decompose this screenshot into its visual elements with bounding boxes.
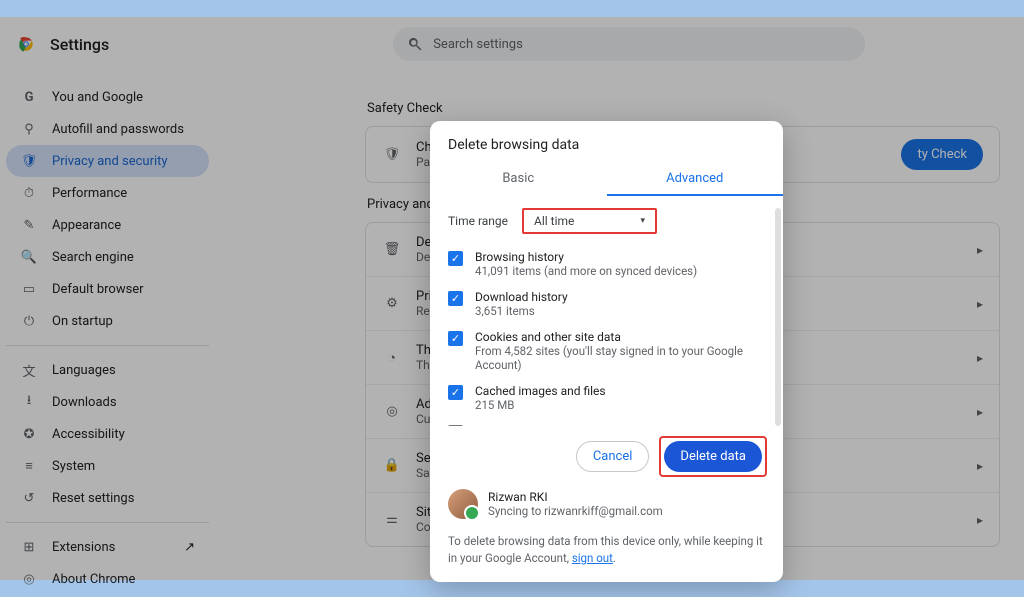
option-download-history[interactable]: ✓ Download history3,651 items [448,284,765,324]
option-subtitle: 41,091 items (and more on synced devices… [475,264,697,278]
checkbox-checked-icon[interactable]: ✓ [448,385,463,400]
option-cached-files[interactable]: ✓ Cached images and files215 MB [448,378,765,418]
dialog-title: Delete browsing data [430,121,783,163]
profile-sync-text: Syncing to rizwanrkiff@gmail.com [488,504,663,518]
option-title: Browsing history [475,250,697,264]
option-browsing-history[interactable]: ✓ Browsing history41,091 items (and more … [448,244,765,284]
tab-advanced[interactable]: Advanced [607,163,784,196]
option-subtitle: 215 MB [475,398,606,412]
dialog-footnote: To delete browsing data from this device… [430,529,783,582]
checkbox-checked-icon[interactable]: ✓ [448,331,463,346]
time-range-value: All time [534,214,574,228]
option-passwords[interactable]: Passwords and other sign-in data316 pass… [448,418,765,426]
sign-out-link[interactable]: sign out [572,551,613,565]
option-title: Cached images and files [475,384,606,398]
footnote-text: . [613,551,616,565]
option-title: Passwords and other sign-in data [475,424,765,426]
checkbox-unchecked-icon[interactable] [448,425,463,426]
option-subtitle: From 4,582 sites (you'll stay signed in … [475,344,765,372]
time-range-row: Time range All time ▾ [448,208,765,234]
delete-data-button[interactable]: Delete data [664,441,762,472]
option-cookies[interactable]: ✓ Cookies and other site dataFrom 4,582 s… [448,324,765,378]
profile-row: Rizwan RKI Syncing to rizwanrkiff@gmail.… [430,483,783,529]
dialog-tabs: Basic Advanced [430,163,783,196]
profile-name: Rizwan RKI [488,490,663,504]
checkbox-checked-icon[interactable]: ✓ [448,251,463,266]
dialog-scroll-area[interactable]: Time range All time ▾ ✓ Browsing history4… [430,208,783,426]
checkbox-checked-icon[interactable]: ✓ [448,291,463,306]
avatar-icon [448,489,478,519]
delete-button-highlight: Delete data [659,436,767,477]
delete-browsing-data-dialog: Delete browsing data Basic Advanced Time… [430,121,783,582]
option-title: Download history [475,290,568,304]
dialog-button-row: Cancel Delete data [430,426,783,483]
tab-basic[interactable]: Basic [430,163,607,196]
option-title: Cookies and other site data [475,330,765,344]
chevron-down-icon: ▾ [641,216,646,226]
option-subtitle: 3,651 items [475,304,568,318]
time-range-select[interactable]: All time ▾ [522,208,657,234]
time-range-label: Time range [448,214,508,228]
cancel-button[interactable]: Cancel [576,441,650,472]
